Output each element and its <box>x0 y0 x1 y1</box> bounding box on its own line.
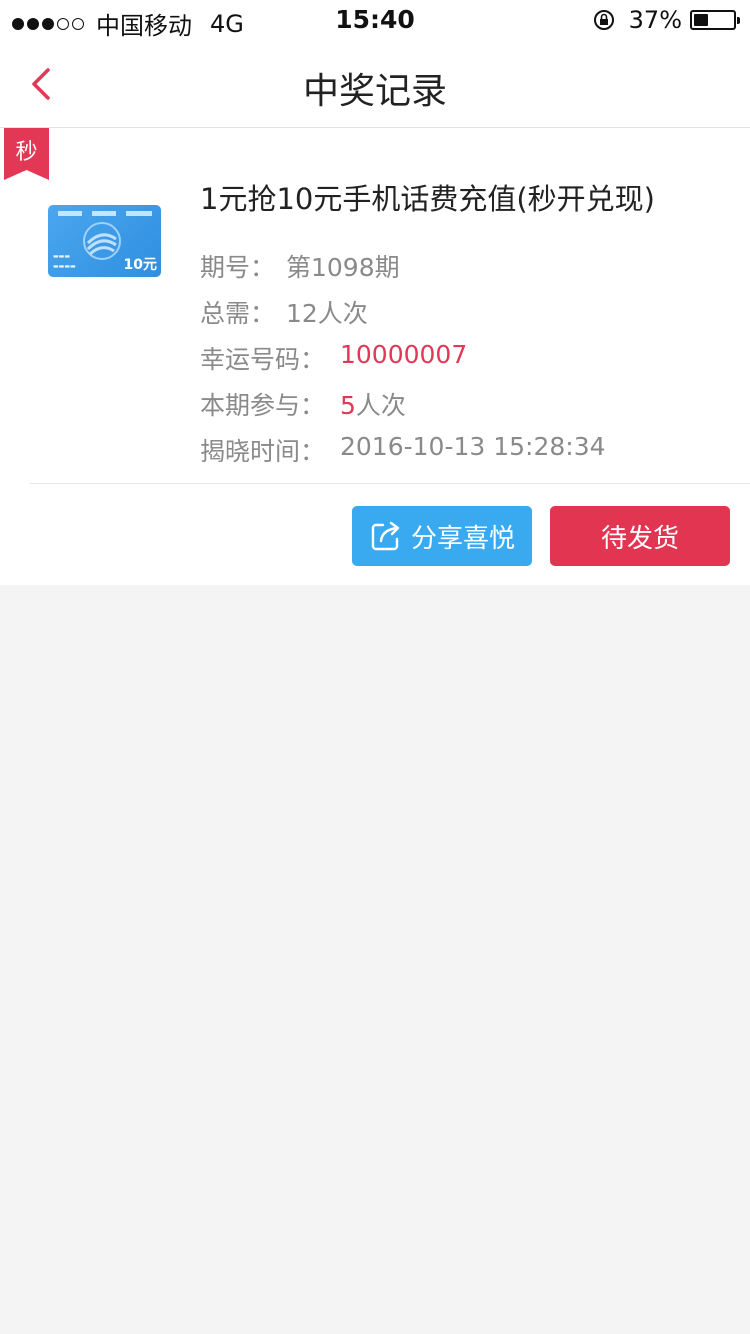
product-title[interactable]: 1元抢10元手机话费充值(秒开兑现) <box>200 176 655 218</box>
share-icon <box>371 521 400 551</box>
page-title: 中奖记录 <box>302 71 447 112</box>
participation-row: 本期参与： 5人次 <box>200 386 406 422</box>
pending-shipment-button[interactable]: 待发货 <box>550 506 730 566</box>
participation-label: 本期参与： <box>200 391 326 420</box>
lucky-number-label: 幸运号码： <box>200 345 326 374</box>
participation-unit: 人次 <box>355 391 406 420</box>
flash-sale-badge-text: 秒 <box>15 140 38 165</box>
battery-icon <box>690 10 740 30</box>
issue-row: 期号： 第1098期 <box>200 248 400 284</box>
issue-label: 期号： <box>200 253 276 282</box>
status-right: 37% <box>593 6 740 34</box>
total-value: 12人次 <box>286 299 368 328</box>
product-image[interactable]: ▬▬▬ ▬▬▬▬ 10元 <box>48 205 161 277</box>
share-joy-button[interactable]: 分享喜悦 <box>352 506 532 566</box>
total-row: 总需： 12人次 <box>200 294 368 330</box>
carrier-logos-icon <box>58 211 152 216</box>
reveal-time-value: 2016-10-13 15:28:34 <box>340 432 606 461</box>
participation-value: 5人次 <box>340 386 406 422</box>
battery-percent: 37% <box>628 6 682 34</box>
pending-shipment-label: 待发货 <box>600 523 679 554</box>
china-mobile-logo-icon <box>83 222 121 260</box>
lucky-number-row: 幸运号码： 10000007 <box>200 340 467 376</box>
participation-count: 5 <box>340 391 356 420</box>
reveal-time-row: 揭晓时间： 2016-10-13 15:28:34 <box>200 432 606 468</box>
share-joy-label: 分享喜悦 <box>410 523 515 554</box>
card-caption-line: ▬▬▬▬ <box>53 263 76 270</box>
card-caption-line: ▬▬▬ <box>53 253 71 260</box>
rotation-lock-icon <box>593 10 614 30</box>
issue-value: 第1098期 <box>286 253 400 282</box>
total-label: 总需： <box>200 299 276 328</box>
win-record-card[interactable]: 秒 ▬▬▬ ▬▬▬▬ 10元 1元抢10元手机话费充值(秒开兑现) 期号： 第1… <box>0 128 750 585</box>
status-bar: 中国移动 4G 15:40 37% <box>0 0 750 40</box>
nav-bar: 中奖记录 <box>0 40 750 128</box>
flash-sale-badge: 秒 <box>4 128 49 180</box>
battery-fill <box>694 14 709 26</box>
reveal-time-label: 揭晓时间： <box>200 437 326 466</box>
card-divider <box>30 483 750 484</box>
lucky-number-value: 10000007 <box>340 340 468 369</box>
product-card-value: 10元 <box>123 257 157 273</box>
